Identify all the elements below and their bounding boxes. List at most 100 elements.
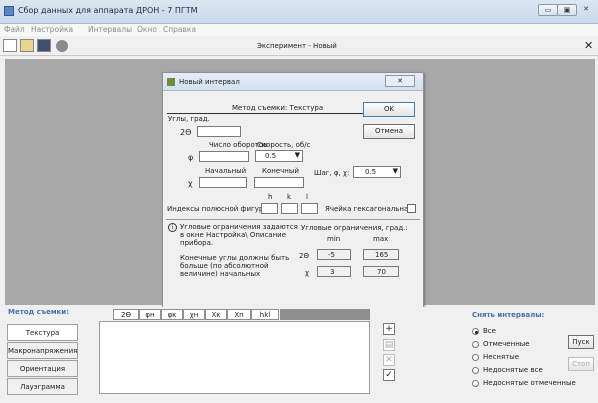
l-label: l [306, 193, 308, 201]
window-title: Сбор данных для аппарата ДРОН - 7 ПГТМ [18, 6, 198, 15]
save-icon[interactable] [37, 39, 51, 52]
min-label: min [327, 235, 341, 243]
menu-intervals[interactable]: Интервалы [88, 25, 132, 34]
menu-file[interactable]: Файл [4, 25, 25, 34]
col-hkl[interactable]: hkl [251, 309, 279, 320]
add-icon[interactable]: + [383, 323, 395, 335]
two-theta-max-value: 165 [375, 251, 389, 259]
intervals-table[interactable] [99, 321, 370, 394]
copy-icon[interactable]: ▤ [383, 339, 395, 351]
chevron-down-icon[interactable]: ▼ [295, 151, 300, 159]
col-phi-end[interactable]: φк [161, 309, 183, 320]
k-label: k [287, 193, 292, 201]
radio-incomplete-marked[interactable] [472, 380, 479, 387]
app-icon [4, 6, 14, 16]
document-title: Эксперимент - Новый [257, 42, 337, 50]
two-theta-symbol: 2Θ [180, 128, 192, 137]
chi-symbol: χ [188, 179, 193, 188]
radio-marked[interactable] [472, 341, 479, 348]
step-select[interactable]: 0.5 ▼ [353, 166, 401, 178]
chi-max-value: 70 [377, 268, 386, 276]
tab-lauegram[interactable]: Лауэграмма [7, 378, 78, 395]
document-close-icon[interactable]: ✕ [584, 39, 593, 52]
radio-unrecorded[interactable] [472, 354, 479, 361]
menu-help[interactable]: Справка [163, 25, 196, 34]
info-text: Угловые ограничения задаются в окне Наст… [180, 223, 298, 247]
limit-chi-symbol: χ [305, 269, 310, 277]
radio-all[interactable] [472, 328, 479, 335]
cancel-button[interactable]: Отмена [363, 124, 415, 139]
toolbar: Эксперимент - Новый ✕ [0, 36, 598, 56]
speed-value: 0.5 [265, 152, 277, 160]
col-chi-end[interactable]: Хк [205, 309, 227, 320]
speed-label: Скорость, об/с [257, 141, 311, 149]
method-label: Метод съемки: [8, 308, 70, 316]
delete-icon[interactable]: ✕ [383, 354, 395, 366]
menu-window[interactable]: Окно [137, 25, 157, 34]
menu-bar: Файл Настройка Интервалы Окно Справка [0, 24, 598, 36]
dialog-titlebar: Новый интервал ✕ [163, 73, 423, 91]
limits-title: Угловые ограничения, град.: [301, 224, 408, 232]
angles-label: Углы, град. [168, 115, 210, 123]
h-label: h [268, 193, 273, 201]
speed-select[interactable]: 0.5 ▼ [255, 150, 303, 162]
chevron-down-icon[interactable]: ▼ [393, 167, 398, 175]
chi-max-field: 70 [363, 266, 399, 277]
chi-min-value: 3 [330, 268, 335, 276]
dialog-close-button[interactable]: ✕ [385, 75, 415, 87]
start-button[interactable]: Пуск [568, 335, 594, 349]
indices-label: Индексы полюсной фигуры: [167, 205, 272, 213]
k-input[interactable] [281, 203, 298, 214]
method-label: Метод съемки: Текстура [232, 104, 324, 112]
stop-button[interactable]: Стоп [568, 357, 594, 371]
new-interval-dialog: Новый интервал ✕ Метод съемки: Текстура … [162, 72, 424, 309]
open-folder-icon[interactable] [20, 39, 34, 52]
step-label: Шаг, φ, χ: [314, 169, 350, 177]
radio-marked-label: Отмеченные [483, 340, 530, 348]
ok-button[interactable]: OK [363, 102, 415, 117]
two-theta-input[interactable] [197, 126, 241, 137]
hex-cell-checkbox[interactable] [407, 204, 416, 213]
radio-incomplete-all[interactable] [472, 367, 479, 374]
record-icon[interactable] [56, 40, 68, 52]
radio-incomplete-all-label: Недоснятые все [483, 366, 543, 374]
menu-settings[interactable]: Настройка [31, 25, 73, 34]
chi-min-field: 3 [317, 266, 351, 277]
col-phi-start[interactable]: φн [139, 309, 161, 320]
maximize-button[interactable]: ▣ [557, 4, 577, 16]
info-text-2: Конечные углы должны быть больше (по абс… [180, 254, 290, 278]
close-button[interactable]: ✕ [576, 4, 596, 16]
phi-symbol: φ [188, 153, 194, 162]
tab-macrostress[interactable]: Макронапряжения [7, 342, 78, 359]
start-input[interactable] [199, 177, 247, 188]
radio-incomplete-marked-label: Недоснятые отмеченные [483, 379, 576, 387]
bottom-panel: Метод съемки: Текстура Макронапряжения О… [5, 307, 595, 399]
separator [166, 219, 420, 220]
col-two-theta[interactable]: 2Θ [113, 309, 139, 320]
hex-cell-label: Ячейка гексагональная: [325, 205, 415, 213]
minimize-button[interactable]: ▭ [538, 4, 558, 16]
dialog-title: Новый интервал [179, 78, 240, 86]
new-file-icon[interactable] [3, 39, 17, 52]
radio-unrecorded-label: Неснятые [483, 353, 520, 361]
check-icon[interactable]: ✓ [383, 369, 395, 381]
method-underline [167, 113, 363, 114]
end-label: Конечный [262, 167, 299, 175]
remove-intervals-label: Снять интервалы: [472, 311, 545, 319]
info-icon: i [168, 223, 177, 232]
step-value: 0.5 [365, 168, 377, 176]
window-titlebar: Сбор данных для аппарата ДРОН - 7 ПГТМ ▭… [0, 0, 598, 24]
tab-orientation[interactable]: Ориентация [7, 360, 78, 377]
h-input[interactable] [261, 203, 278, 214]
two-theta-max-field: 165 [363, 249, 399, 260]
end-input[interactable] [254, 177, 304, 188]
limit-two-theta-symbol: 2Θ [299, 252, 309, 260]
max-label: max [373, 235, 389, 243]
table-header-fill [280, 309, 370, 320]
dialog-icon [167, 78, 175, 86]
col-chi-start[interactable]: χн [183, 309, 205, 320]
l-input[interactable] [301, 203, 318, 214]
col-chi-step[interactable]: Хп [227, 309, 251, 320]
rotations-input[interactable] [199, 151, 249, 162]
tab-texture[interactable]: Текстура [7, 324, 78, 341]
